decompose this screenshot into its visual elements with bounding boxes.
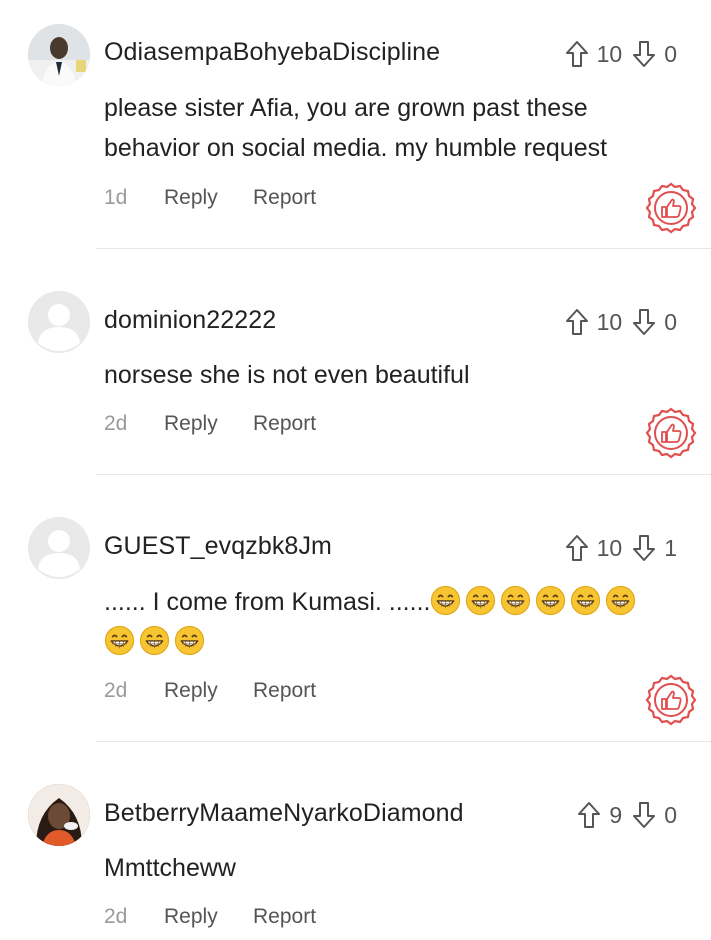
avatar-photo-icon bbox=[28, 24, 90, 86]
grinning-emoji-icon bbox=[571, 585, 601, 616]
comment-meta: 2d Reply Report bbox=[104, 412, 316, 436]
comment-text-line bbox=[104, 622, 694, 662]
emoji-row bbox=[104, 625, 209, 656]
comment-text-line: please sister Afia, you are grown past t… bbox=[104, 94, 588, 122]
comment-text-line: Mmttcheww bbox=[104, 854, 236, 882]
upvote-count: 10 bbox=[596, 534, 623, 561]
comment-text-line: behavior on social media. my humble requ… bbox=[104, 134, 608, 162]
comment-meta: 1d Reply Report bbox=[104, 186, 316, 210]
comment-meta: 2d Reply Report bbox=[104, 679, 316, 703]
report-button[interactable]: Report bbox=[253, 186, 316, 210]
comment-text: ...... I come from Kumasi. ...... bbox=[104, 582, 694, 662]
comment-text: norsese she is not even beautiful bbox=[104, 355, 684, 395]
comment-divider bbox=[96, 248, 711, 249]
comment-text-line: ...... I come from Kumasi. ...... bbox=[104, 582, 694, 622]
comment-text: Mmttcheww bbox=[104, 848, 684, 888]
upvote-arrow-icon[interactable] bbox=[565, 534, 589, 562]
grinning-emoji-icon bbox=[466, 585, 496, 616]
emoji-row bbox=[430, 585, 640, 616]
avatar-photo-icon bbox=[28, 784, 90, 846]
downvote-arrow-icon[interactable] bbox=[632, 534, 656, 562]
comment-divider bbox=[96, 474, 711, 475]
downvote-arrow-icon[interactable] bbox=[632, 40, 656, 68]
grinning-emoji-icon bbox=[174, 625, 205, 656]
thumbs-up-icon[interactable] bbox=[645, 407, 697, 459]
vote-controls: 9 0 bbox=[577, 801, 683, 829]
user-avatar[interactable] bbox=[28, 784, 90, 846]
timestamp: 2d bbox=[104, 412, 128, 435]
report-button[interactable]: Report bbox=[253, 679, 316, 703]
grinning-emoji-icon bbox=[501, 585, 531, 616]
timestamp: 2d bbox=[104, 679, 128, 702]
user-avatar[interactable] bbox=[28, 291, 90, 353]
reply-button[interactable]: Reply bbox=[164, 905, 253, 929]
user-avatar[interactable] bbox=[28, 24, 90, 86]
vote-controls: 10 0 bbox=[565, 40, 683, 68]
username[interactable]: BetberryMaameNyarkoDiamond bbox=[104, 799, 464, 828]
reply-button[interactable]: Reply bbox=[164, 412, 253, 436]
username[interactable]: OdiasempaBohyebaDiscipline bbox=[104, 38, 440, 67]
upvote-arrow-icon[interactable] bbox=[565, 308, 589, 336]
comment-text-line: norsese she is not even beautiful bbox=[104, 361, 470, 389]
upvote-arrow-icon[interactable] bbox=[577, 801, 601, 829]
vote-controls: 10 0 bbox=[565, 308, 683, 336]
downvote-count: 1 bbox=[664, 534, 677, 561]
default-avatar-icon bbox=[28, 517, 90, 579]
upvote-count: 9 bbox=[609, 801, 623, 828]
downvote-arrow-icon[interactable] bbox=[632, 308, 656, 336]
grinning-emoji-icon bbox=[536, 585, 566, 616]
comment-meta: 2d Reply Report bbox=[104, 905, 316, 929]
upvote-arrow-icon[interactable] bbox=[565, 40, 589, 68]
grinning-emoji-icon bbox=[139, 625, 170, 656]
downvote-arrow-icon[interactable] bbox=[632, 801, 656, 829]
grinning-emoji-icon bbox=[431, 585, 461, 616]
grinning-emoji-icon bbox=[606, 585, 636, 616]
thumbs-up-icon[interactable] bbox=[645, 182, 697, 234]
comment-text-span: ...... I come from Kumasi. ...... bbox=[104, 588, 431, 616]
report-button[interactable]: Report bbox=[253, 905, 316, 929]
downvote-count: 0 bbox=[664, 308, 677, 335]
username[interactable]: GUEST_evqzbk8Jm bbox=[104, 532, 332, 561]
report-button[interactable]: Report bbox=[253, 412, 316, 436]
user-avatar[interactable] bbox=[28, 517, 90, 579]
reply-button[interactable]: Reply bbox=[164, 186, 253, 210]
comment-list: OdiasempaBohyebaDiscipline 10 0 please s… bbox=[0, 0, 711, 940]
reply-button[interactable]: Reply bbox=[164, 679, 253, 703]
timestamp: 2d bbox=[104, 905, 128, 928]
grinning-emoji-icon bbox=[104, 625, 135, 656]
upvote-count: 10 bbox=[596, 308, 623, 335]
timestamp: 1d bbox=[104, 186, 128, 209]
vote-controls: 10 1 bbox=[565, 534, 683, 562]
comment-divider bbox=[96, 741, 711, 742]
comment-text: please sister Afia, you are grown past t… bbox=[104, 88, 684, 168]
username[interactable]: dominion22222 bbox=[104, 306, 276, 335]
downvote-count: 0 bbox=[664, 40, 677, 67]
default-avatar-icon bbox=[28, 291, 90, 353]
upvote-count: 10 bbox=[596, 40, 623, 67]
downvote-count: 0 bbox=[664, 801, 677, 828]
thumbs-up-icon[interactable] bbox=[645, 674, 697, 726]
